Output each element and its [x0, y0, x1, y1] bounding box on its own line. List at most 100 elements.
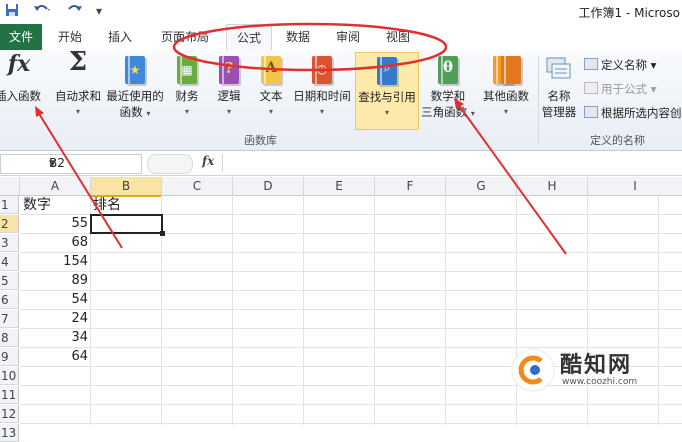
- use-in-formula-button[interactable]: 用于公式 ▾: [584, 80, 656, 98]
- recent-label-1: 最近使用的: [106, 89, 164, 103]
- row-header-12[interactable]: 12: [0, 405, 19, 423]
- column-header-e[interactable]: E: [304, 177, 375, 196]
- row-header-10[interactable]: 10: [0, 367, 19, 385]
- chevron-down-icon: ▾: [75, 107, 80, 116]
- undo-icon[interactable]: [32, 3, 54, 19]
- defined-names-group-label: 定义的名称: [590, 134, 645, 147]
- window-title: 工作簿1 - Microso: [578, 6, 681, 20]
- row-header-5[interactable]: 5: [0, 272, 19, 290]
- cell-a4[interactable]: 154: [20, 253, 88, 271]
- tab-view[interactable]: 视图: [376, 24, 420, 50]
- financial-book-icon: ▦: [172, 54, 202, 86]
- column-header-a[interactable]: A: [20, 177, 91, 196]
- tab-data[interactable]: 数据: [276, 24, 320, 50]
- cell-a5[interactable]: 89: [20, 272, 88, 290]
- row-header-7[interactable]: 7: [0, 310, 19, 328]
- function-library-group-label: 函数库: [244, 134, 277, 147]
- group-separator: [538, 56, 539, 144]
- tab-review[interactable]: 审阅: [326, 24, 370, 50]
- insert-function-label: 插入函数: [0, 89, 41, 103]
- chevron-down-icon: ▾: [268, 107, 273, 116]
- financial-button[interactable]: ▦ 财务 ▾: [170, 52, 204, 120]
- sigma-icon: Σ: [68, 47, 88, 77]
- logical-button[interactable]: ? 逻辑 ▾: [212, 52, 246, 120]
- save-icon[interactable]: [4, 3, 20, 19]
- redo-icon[interactable]: [64, 3, 86, 19]
- row-header-3[interactable]: 3: [0, 234, 19, 252]
- chevron-down-icon: ▾: [319, 107, 324, 116]
- financial-label: 财务: [175, 89, 199, 103]
- cell-a3[interactable]: 68: [20, 234, 88, 252]
- formula-input[interactable]: [222, 154, 682, 172]
- lookup-book-icon: ⌕: [372, 55, 402, 87]
- column-header-i[interactable]: I: [588, 177, 682, 196]
- row-header-2[interactable]: 2: [0, 215, 19, 233]
- cell-a1[interactable]: 数字: [23, 196, 51, 214]
- column-header-d[interactable]: D: [233, 177, 304, 196]
- row-header-9[interactable]: 9: [0, 348, 19, 366]
- column-header-g[interactable]: G: [446, 177, 517, 196]
- customize-icon[interactable]: ▾: [92, 3, 106, 19]
- row-header-1[interactable]: 1: [0, 196, 19, 214]
- cell-a7[interactable]: 24: [20, 310, 88, 328]
- watermark-url: www.coozhi.com: [562, 377, 638, 387]
- theta-book-icon: θ: [433, 54, 463, 86]
- text-book-icon: A: [256, 54, 286, 86]
- datetime-label: 日期和时间: [293, 89, 351, 103]
- formula-bar-splitter[interactable]: [147, 154, 193, 174]
- insert-function-button[interactable]: fx 插入函数: [0, 52, 44, 104]
- row-header-6[interactable]: 6: [0, 291, 19, 309]
- select-all-corner[interactable]: [0, 177, 20, 196]
- chevron-down-icon[interactable]: ▼: [49, 155, 137, 173]
- datetime-button[interactable]: ◷ 日期和时间 ▾: [292, 52, 352, 120]
- tab-page-layout[interactable]: 页面布局: [152, 24, 218, 50]
- column-header-c[interactable]: C: [162, 177, 233, 196]
- recent-functions-button[interactable]: ★ 最近使用的 函数 ▾: [104, 52, 166, 122]
- text-functions-button[interactable]: A 文本 ▾: [254, 52, 288, 120]
- cell-a2[interactable]: 55: [20, 215, 88, 233]
- ribbon: fx 插入函数 Σ 自动求和 ▾ ★ 最近使用的 函数 ▾ ▦ 财务 ▾ ? 逻…: [0, 47, 682, 151]
- row-header-11[interactable]: 11: [0, 386, 19, 404]
- create-from-selection-button[interactable]: 根据所选内容创建: [584, 104, 682, 122]
- row-header-13[interactable]: 13: [0, 424, 19, 442]
- cell-a6[interactable]: 54: [20, 291, 88, 309]
- name-manager-label-2: 管理器: [541, 105, 577, 119]
- active-cell-b2[interactable]: [90, 214, 163, 234]
- math-label-1: 数学和: [430, 89, 466, 103]
- tab-insert[interactable]: 插入: [98, 24, 142, 50]
- chevron-down-icon: ▾: [384, 108, 389, 117]
- column-header-h[interactable]: H: [517, 177, 588, 196]
- define-name-button[interactable]: 定义名称 ▾: [584, 56, 656, 74]
- cell-a8[interactable]: 34: [20, 329, 88, 347]
- formula-bar: B2 ▼ fx: [0, 151, 682, 176]
- fill-handle[interactable]: [160, 231, 165, 236]
- watermark: 酷知网 www.coozhi.com: [510, 345, 660, 395]
- clock-book-icon: ◷: [307, 54, 337, 86]
- name-manager-button[interactable]: 名称 管理器: [540, 52, 578, 120]
- column-header-f[interactable]: F: [375, 177, 446, 196]
- recent-label-2: 函数 ▾: [119, 105, 151, 119]
- name-manager-icon: [544, 54, 574, 86]
- cell-a9[interactable]: 64: [20, 348, 88, 366]
- logical-book-icon: ?: [214, 54, 244, 86]
- chevron-down-icon: ▾: [184, 107, 189, 116]
- lookup-reference-button[interactable]: ⌕ 查找与引用 ▾: [355, 52, 419, 130]
- chevron-down-icon: ▾: [226, 107, 231, 116]
- fx-icon: fx: [7, 51, 31, 77]
- math-trig-button[interactable]: θ 数学和 三角函数 ▾: [420, 52, 476, 122]
- tab-formulas[interactable]: 公式: [226, 24, 272, 51]
- name-manager-label-1: 名称: [547, 89, 571, 103]
- more-functions-button[interactable]: 其他函数 ▾: [478, 52, 534, 120]
- row-header-4[interactable]: 4: [0, 253, 19, 271]
- math-label-2: 三角函数 ▾: [421, 105, 475, 119]
- column-header-b[interactable]: B: [91, 177, 162, 197]
- tab-file[interactable]: 文件: [0, 24, 42, 50]
- name-box[interactable]: B2 ▼: [0, 154, 142, 174]
- logical-label: 逻辑: [217, 89, 241, 103]
- cell-b1[interactable]: 排名: [93, 196, 121, 214]
- autosum-button[interactable]: Σ 自动求和 ▾: [52, 47, 104, 120]
- row-header-8[interactable]: 8: [0, 329, 19, 347]
- formula-icon: [584, 82, 598, 94]
- star-book-icon: ★: [120, 54, 150, 86]
- insert-function-icon[interactable]: fx: [202, 154, 214, 168]
